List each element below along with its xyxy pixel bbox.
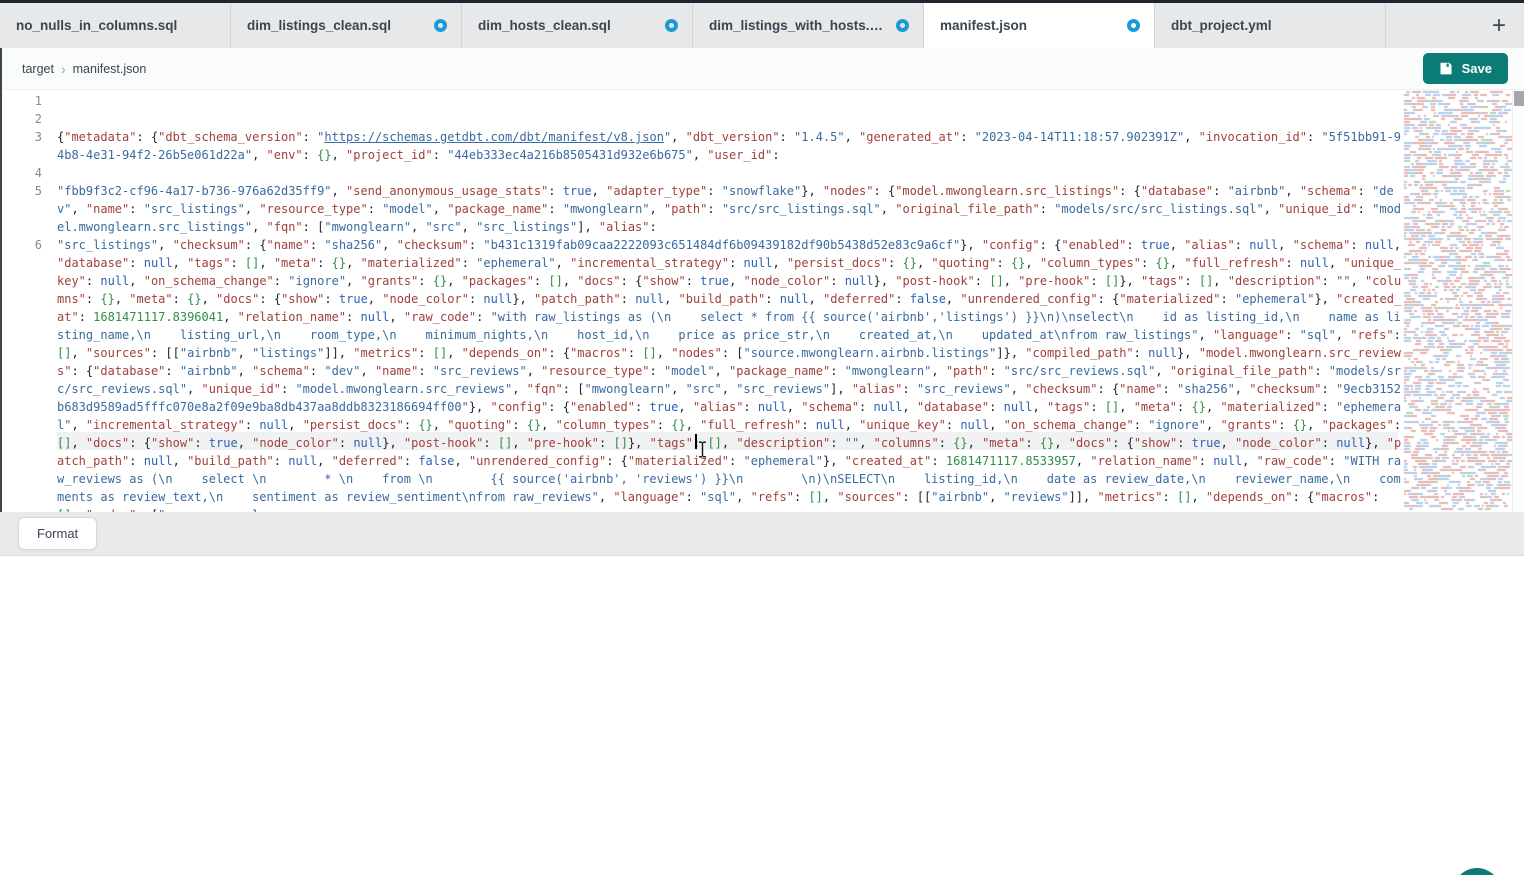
- dbt-cloud-ide-window: no_nulls_in_columns.sql dim_listings_clea…: [0, 0, 1524, 875]
- editor-line: 6"src_listings", "checksum": {"name": "s…: [0, 236, 1402, 512]
- tab-label: no_nulls_in_columns.sql: [16, 18, 216, 33]
- unsaved-changes-dot-icon: [434, 19, 447, 32]
- tab-label: dim_listings_with_hosts.sql: [709, 18, 888, 33]
- unsaved-changes-dot-icon: [1127, 19, 1140, 32]
- unsaved-changes-dot-icon: [665, 19, 678, 32]
- editor-line: 4: [0, 164, 1402, 182]
- breadcrumb-bar: target › manifest.json Save: [0, 48, 1524, 90]
- save-floppy-icon: [1439, 61, 1454, 76]
- save-button-label: Save: [1462, 61, 1492, 76]
- editor-scrollbar[interactable]: [1512, 90, 1524, 512]
- code-line[interactable]: [57, 110, 1402, 128]
- mouse-ibeam-cursor-icon: [697, 441, 708, 463]
- editor-line: 3{"metadata": {"dbt_schema_version": "ht…: [0, 128, 1402, 164]
- line-number: 1: [0, 92, 57, 110]
- tab-bar: no_nulls_in_columns.sql dim_listings_clea…: [0, 3, 1524, 48]
- line-number: 4: [0, 164, 57, 182]
- code-line[interactable]: "fbb9f3c2-cf96-4a17-b736-976a62d35ff9", …: [57, 182, 1402, 236]
- code-line[interactable]: [57, 92, 1402, 110]
- format-bar: Format: [0, 512, 1524, 556]
- tab-label: dim_listings_clean.sql: [247, 18, 426, 33]
- tab-dim-listings-with-hosts-sql[interactable]: dim_listings_with_hosts.sql: [693, 3, 924, 48]
- tab-no-nulls-in-columns-sql[interactable]: no_nulls_in_columns.sql: [0, 3, 231, 48]
- tab-bar-filler: +: [1386, 3, 1524, 48]
- editor-line: 1: [0, 92, 1402, 110]
- unsaved-changes-dot-icon: [896, 19, 909, 32]
- editor-scrollbar-thumb[interactable]: [1514, 91, 1524, 106]
- panel-edge-divider: [0, 48, 2, 512]
- tab-dim-hosts-clean-sql[interactable]: dim_hosts_clean.sql: [462, 3, 693, 48]
- format-button[interactable]: Format: [18, 517, 97, 550]
- new-tab-button[interactable]: +: [1486, 14, 1512, 38]
- code-line[interactable]: [57, 164, 1402, 182]
- line-number: 5: [0, 182, 57, 200]
- tab-label: dbt_project.yml: [1171, 18, 1371, 33]
- tab-label: manifest.json: [940, 18, 1119, 33]
- tab-label: dim_hosts_clean.sql: [478, 18, 657, 33]
- breadcrumb-item[interactable]: target: [22, 62, 54, 76]
- save-button[interactable]: Save: [1423, 53, 1508, 84]
- line-number: 2: [0, 110, 57, 128]
- minimap[interactable]: [1402, 90, 1512, 512]
- results-panel: [0, 556, 1524, 875]
- breadcrumb-item[interactable]: manifest.json: [73, 62, 147, 76]
- tab-dbt-project-yml[interactable]: dbt_project.yml: [1155, 3, 1386, 48]
- code-editor[interactable]: 123{"metadata": {"dbt_schema_version": "…: [0, 90, 1524, 512]
- line-number: 3: [0, 128, 57, 146]
- tab-dim-listings-clean-sql[interactable]: dim_listings_clean.sql: [231, 3, 462, 48]
- code-line[interactable]: {"metadata": {"dbt_schema_version": "htt…: [57, 128, 1402, 164]
- tab-manifest-json[interactable]: manifest.json: [924, 3, 1155, 48]
- line-number: 6: [0, 236, 57, 254]
- breadcrumb: target › manifest.json: [22, 62, 1423, 76]
- breadcrumb-chevron-icon: ›: [61, 62, 66, 76]
- editor-line: 5"fbb9f3c2-cf96-4a17-b736-976a62d35ff9",…: [0, 182, 1402, 236]
- editor-line: 2: [0, 110, 1402, 128]
- code-line[interactable]: "src_listings", "checksum": {"name": "sh…: [57, 236, 1402, 512]
